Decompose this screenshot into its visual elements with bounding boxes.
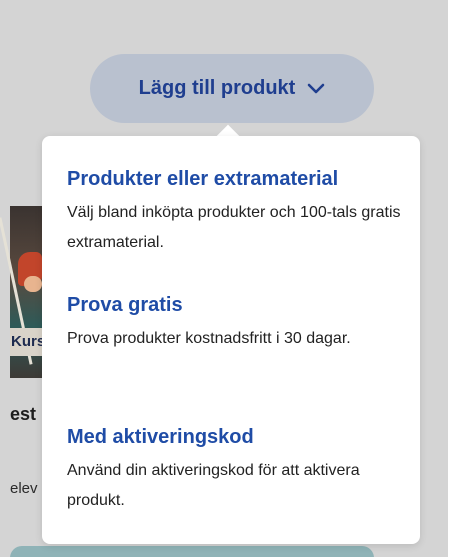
page-background: Kurs est elev Lägg till produkt Produkte… <box>0 0 448 557</box>
menu-option-title: Med aktiveringskod <box>67 426 254 448</box>
menu-option-title: Produkter eller extramaterial <box>67 168 339 190</box>
menu-option-activation-code[interactable]: Med aktiveringskod Använd din aktivering… <box>67 424 406 516</box>
add-product-menu: Produkter eller extramaterial Välj bland… <box>42 136 420 544</box>
menu-option-products-or-extra-material[interactable]: Produkter eller extramaterial Välj bland… <box>67 166 406 258</box>
chevron-down-icon <box>308 83 325 93</box>
bottom-bar[interactable] <box>10 546 374 557</box>
menu-option-try-free[interactable]: Prova gratis Prova produkter kostnadsfri… <box>67 292 406 354</box>
menu-option-description: Använd din aktiveringskod för att aktive… <box>67 462 360 509</box>
add-product-button[interactable]: Lägg till produkt <box>90 54 374 123</box>
menu-option-description: Välj bland inköpta produkter och 100-tal… <box>67 204 401 251</box>
right-edge <box>448 0 458 557</box>
product-card-image[interactable]: Kurs <box>0 206 47 378</box>
product-card-subtitle: elev <box>10 480 38 497</box>
menu-option-title: Prova gratis <box>67 294 183 316</box>
product-card-title: est <box>10 404 37 424</box>
card-illustration-face <box>24 276 42 292</box>
menu-option-description: Prova produkter kostnadsfritt i 30 dagar… <box>67 330 351 347</box>
add-product-button-label: Lägg till produkt <box>138 77 296 99</box>
